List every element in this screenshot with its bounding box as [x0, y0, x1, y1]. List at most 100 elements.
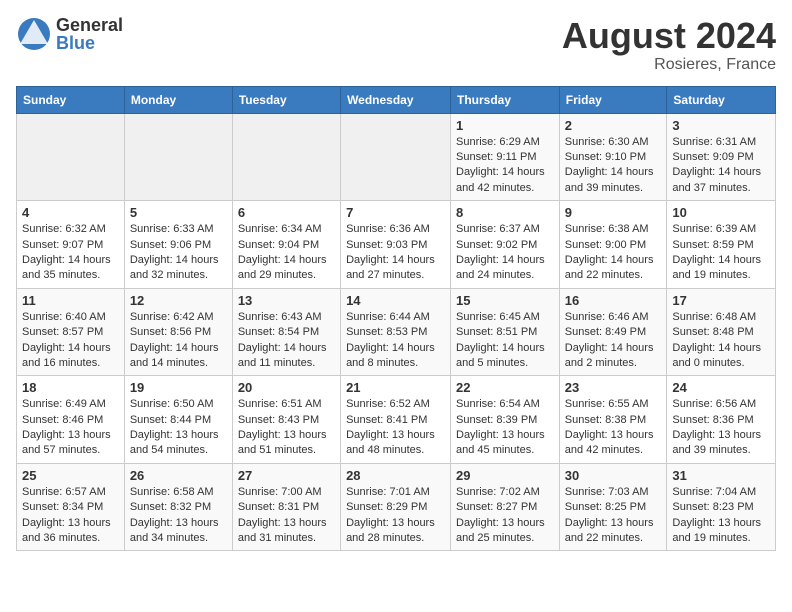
day-info: Sunrise: 7:04 AM Sunset: 8:23 PM Dayligh… — [672, 485, 770, 547]
day-number: 9 — [565, 205, 662, 220]
week-row-5: 25Sunrise: 6:57 AM Sunset: 8:34 PM Dayli… — [17, 463, 776, 551]
calendar-cell: 25Sunrise: 6:57 AM Sunset: 8:34 PM Dayli… — [17, 463, 125, 551]
day-info: Sunrise: 6:49 AM Sunset: 8:46 PM Dayligh… — [22, 397, 119, 459]
day-number: 4 — [22, 205, 119, 220]
day-number: 26 — [130, 468, 227, 483]
calendar-cell: 19Sunrise: 6:50 AM Sunset: 8:44 PM Dayli… — [124, 376, 232, 464]
calendar-cell: 15 Sunrise: 6:45 AM Sunset: 8:51 PM Dayli… — [451, 288, 560, 376]
calendar-cell: 7Sunrise: 6:36 AM Sunset: 9:03 PM Daylig… — [341, 201, 451, 289]
weekday-header-thursday: Thursday — [451, 86, 560, 113]
calendar-cell: 21 Sunrise: 6:52 AM Sunset: 8:41 PM Dayli… — [341, 376, 451, 464]
logo-icon — [16, 16, 52, 52]
calendar-cell: 5 Sunrise: 6:33 AM Sunset: 9:06 PM Daylig… — [124, 201, 232, 289]
week-row-4: 18Sunrise: 6:49 AM Sunset: 8:46 PM Dayli… — [17, 376, 776, 464]
calendar-cell — [17, 113, 125, 201]
calendar-cell: 29Sunrise: 7:02 AM Sunset: 8:27 PM Dayli… — [451, 463, 560, 551]
day-info: Sunrise: 6:58 AM Sunset: 8:32 PM Dayligh… — [130, 485, 227, 547]
day-number: 13 — [238, 293, 335, 308]
calendar-cell: 28 Sunrise: 7:01 AM Sunset: 8:29 PM Dayli… — [341, 463, 451, 551]
weekday-header-sunday: Sunday — [17, 86, 125, 113]
calendar-cell: 27 Sunrise: 7:00 AM Sunset: 8:31 PM Dayli… — [232, 463, 340, 551]
day-info: Sunrise: 7:02 AM Sunset: 8:27 PM Dayligh… — [456, 485, 554, 547]
day-number: 25 — [22, 468, 119, 483]
day-number: 28 — [346, 468, 445, 483]
calendar-cell: 3Sunrise: 6:31 AM Sunset: 9:09 PM Daylig… — [667, 113, 776, 201]
page-header: General Blue August 2024 Rosieres, Franc… — [16, 16, 776, 74]
day-number: 30 — [565, 468, 662, 483]
day-number: 27 — [238, 468, 335, 483]
calendar-cell: 11 Sunrise: 6:40 AM Sunset: 8:57 PM Dayli… — [17, 288, 125, 376]
day-number: 21 — [346, 380, 445, 395]
day-number: 8 — [456, 205, 554, 220]
day-number: 11 — [22, 293, 119, 308]
calendar-cell: 13 Sunrise: 6:43 AM Sunset: 8:54 PM Dayli… — [232, 288, 340, 376]
calendar-cell: 17 Sunrise: 6:48 AM Sunset: 8:48 PM Dayli… — [667, 288, 776, 376]
day-number: 20 — [238, 380, 335, 395]
day-info: Sunrise: 6:56 AM Sunset: 8:36 PM Dayligh… — [672, 397, 770, 459]
calendar-cell: 14Sunrise: 6:44 AM Sunset: 8:53 PM Dayli… — [341, 288, 451, 376]
day-info: Sunrise: 6:43 AM Sunset: 8:54 PM Dayligh… — [238, 310, 335, 372]
weekday-header-monday: Monday — [124, 86, 232, 113]
calendar-cell — [232, 113, 340, 201]
day-info: Sunrise: 7:01 AM Sunset: 8:29 PM Dayligh… — [346, 485, 445, 547]
weekday-header-wednesday: Wednesday — [341, 86, 451, 113]
day-number: 17 — [672, 293, 770, 308]
calendar-cell — [341, 113, 451, 201]
day-number: 31 — [672, 468, 770, 483]
day-info: Sunrise: 6:38 AM Sunset: 9:00 PM Dayligh… — [565, 222, 662, 284]
day-info: Sunrise: 6:40 AM Sunset: 8:57 PM Dayligh… — [22, 310, 119, 372]
calendar-cell: 1 Sunrise: 6:29 AM Sunset: 9:11 PM Daylig… — [451, 113, 560, 201]
calendar-cell: 30Sunrise: 7:03 AM Sunset: 8:25 PM Dayli… — [559, 463, 667, 551]
day-info: Sunrise: 6:36 AM Sunset: 9:03 PM Dayligh… — [346, 222, 445, 284]
day-number: 2 — [565, 118, 662, 133]
day-number: 12 — [130, 293, 227, 308]
day-info: Sunrise: 6:51 AM Sunset: 8:43 PM Dayligh… — [238, 397, 335, 459]
week-row-2: 4Sunrise: 6:32 AM Sunset: 9:07 PM Daylig… — [17, 201, 776, 289]
day-info: Sunrise: 6:45 AM Sunset: 8:51 PM Dayligh… — [456, 310, 554, 372]
logo-text: General Blue — [56, 16, 123, 52]
calendar-cell: 18Sunrise: 6:49 AM Sunset: 8:46 PM Dayli… — [17, 376, 125, 464]
calendar-cell: 2 Sunrise: 6:30 AM Sunset: 9:10 PM Daylig… — [559, 113, 667, 201]
calendar-cell: 12 Sunrise: 6:42 AM Sunset: 8:56 PM Dayli… — [124, 288, 232, 376]
calendar-cell: 16 Sunrise: 6:46 AM Sunset: 8:49 PM Dayli… — [559, 288, 667, 376]
weekday-row: SundayMondayTuesdayWednesdayThursdayFrid… — [17, 86, 776, 113]
day-number: 5 — [130, 205, 227, 220]
day-info: Sunrise: 6:55 AM Sunset: 8:38 PM Dayligh… — [565, 397, 662, 459]
weekday-header-tuesday: Tuesday — [232, 86, 340, 113]
calendar-cell: 8Sunrise: 6:37 AM Sunset: 9:02 PM Daylig… — [451, 201, 560, 289]
day-info: Sunrise: 6:42 AM Sunset: 8:56 PM Dayligh… — [130, 310, 227, 372]
day-number: 23 — [565, 380, 662, 395]
calendar-table: SundayMondayTuesdayWednesdayThursdayFrid… — [16, 86, 776, 552]
day-info: Sunrise: 6:50 AM Sunset: 8:44 PM Dayligh… — [130, 397, 227, 459]
day-info: Sunrise: 6:46 AM Sunset: 8:49 PM Dayligh… — [565, 310, 662, 372]
day-info: Sunrise: 6:34 AM Sunset: 9:04 PM Dayligh… — [238, 222, 335, 284]
calendar-cell: 20 Sunrise: 6:51 AM Sunset: 8:43 PM Dayli… — [232, 376, 340, 464]
day-number: 16 — [565, 293, 662, 308]
logo: General Blue — [16, 16, 123, 52]
weekday-header-saturday: Saturday — [667, 86, 776, 113]
title-block: August 2024 Rosieres, France — [562, 16, 776, 74]
calendar-cell — [124, 113, 232, 201]
weekday-header-friday: Friday — [559, 86, 667, 113]
day-number: 22 — [456, 380, 554, 395]
calendar-cell: 9 Sunrise: 6:38 AM Sunset: 9:00 PM Daylig… — [559, 201, 667, 289]
calendar-cell: 10Sunrise: 6:39 AM Sunset: 8:59 PM Dayli… — [667, 201, 776, 289]
day-info: Sunrise: 6:52 AM Sunset: 8:41 PM Dayligh… — [346, 397, 445, 459]
day-info: Sunrise: 7:00 AM Sunset: 8:31 PM Dayligh… — [238, 485, 335, 547]
calendar-body: 1 Sunrise: 6:29 AM Sunset: 9:11 PM Daylig… — [17, 113, 776, 551]
day-info: Sunrise: 6:54 AM Sunset: 8:39 PM Dayligh… — [456, 397, 554, 459]
week-row-1: 1 Sunrise: 6:29 AM Sunset: 9:11 PM Daylig… — [17, 113, 776, 201]
day-info: Sunrise: 6:48 AM Sunset: 8:48 PM Dayligh… — [672, 310, 770, 372]
day-info: Sunrise: 6:33 AM Sunset: 9:06 PM Dayligh… — [130, 222, 227, 284]
logo-general-text: General — [56, 16, 123, 34]
calendar-cell: 23 Sunrise: 6:55 AM Sunset: 8:38 PM Dayli… — [559, 376, 667, 464]
day-number: 1 — [456, 118, 554, 133]
day-number: 15 — [456, 293, 554, 308]
day-info: Sunrise: 6:30 AM Sunset: 9:10 PM Dayligh… — [565, 135, 662, 197]
day-info: Sunrise: 6:29 AM Sunset: 9:11 PM Dayligh… — [456, 135, 554, 197]
day-info: Sunrise: 6:31 AM Sunset: 9:09 PM Dayligh… — [672, 135, 770, 197]
calendar-cell: 26 Sunrise: 6:58 AM Sunset: 8:32 PM Dayli… — [124, 463, 232, 551]
month-year: August 2024 — [562, 16, 776, 56]
week-row-3: 11 Sunrise: 6:40 AM Sunset: 8:57 PM Dayli… — [17, 288, 776, 376]
day-number: 10 — [672, 205, 770, 220]
